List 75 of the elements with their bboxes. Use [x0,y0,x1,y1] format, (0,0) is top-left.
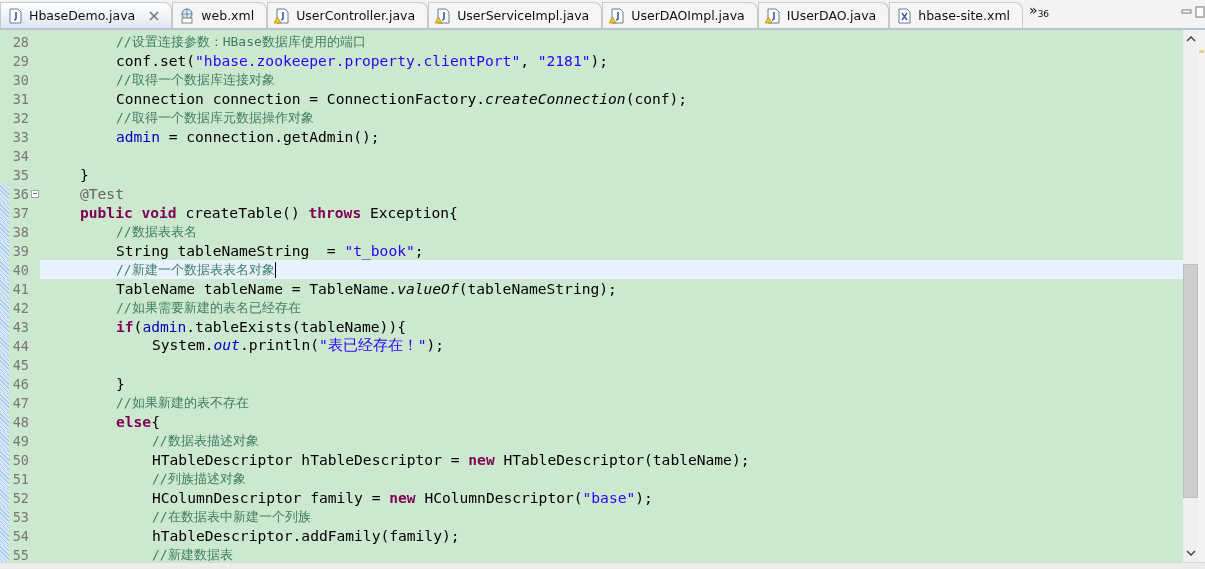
line-number: 28 [11,33,29,50]
line-number: 51 [11,470,29,487]
code-line: admin = connection.getAdmin(); [116,128,380,145]
line-number: 42 [11,299,29,316]
line-number: 37 [11,204,29,221]
vertical-scrollbar[interactable] [1183,30,1198,562]
line-number: 29 [11,52,29,69]
code-line: //取得一个数据库连接对象 [116,70,275,89]
scroll-down-icon[interactable] [1185,550,1196,556]
line-number: 43 [11,318,29,335]
line-number: 32 [11,109,29,126]
line-number: 44 [11,337,29,354]
code-line: //列族描述对象 [152,469,246,488]
line-number: 30 [11,71,29,88]
line-number: 47 [11,394,29,411]
code-line: String tableNameString = "t_book"; [116,242,424,259]
code-line: HColumnDescriptor family = new HColumnDescriptor("base"); [152,489,653,506]
line-number: 53 [11,508,29,525]
editor-tab[interactable]: UserServiceImpl.java [428,2,603,28]
line-number: 54 [11,527,29,544]
line-number: 45 [11,356,29,373]
code-line: else{ [116,413,160,430]
code-line: //如果新建的表不存在 [116,393,249,412]
code-line: Connection connection = ConnectionFactory.createConnection(conf); [116,90,688,107]
line-number: 35 [11,166,29,183]
editor-tab[interactable]: UserController.java [267,2,429,28]
code-line: } [116,375,125,392]
minimize-maximize-icon[interactable] [1181,6,1205,18]
fold-icon[interactable] [31,189,39,198]
code-line: hTableDescriptor.addFamily(family); [152,527,460,544]
warning-marker[interactable] [1199,50,1204,53]
code-line: //取得一个数据库元数据操作对象 [116,108,314,127]
scroll-up-icon[interactable] [1185,36,1196,42]
code-line: @Test [80,185,124,202]
line-number: 46 [11,375,29,392]
line-number: 48 [11,413,29,430]
editor-tab[interactable]: hbase-site.xml [889,2,1024,28]
line-number: 50 [11,451,29,468]
code-line: //数据表表名 [116,222,197,241]
code-line: public void createTable() throws Exception{ [80,204,458,221]
line-number: 39 [11,242,29,259]
code-line: } [80,166,89,183]
line-number: 49 [11,432,29,449]
editor-tab[interactable]: UserDAOImpl.java [602,2,758,28]
horizontal-scrollbar[interactable] [0,562,1205,569]
scroll-thumb[interactable] [1183,264,1198,498]
code-line: //如果需要新建的表名已经存在 [116,298,301,317]
code-line: //设置连接参数：HBase数据库使用的端口 [116,32,366,51]
code-line: conf.set("hbase.zookeeper.property.clientPort", "2181"); [116,52,609,69]
code-line: //在数据表中新建一个列族 [152,507,311,526]
editor-tab[interactable]: web.xml [172,2,268,28]
line-number: 33 [11,128,29,145]
code-line: HTableDescriptor hTableDescriptor = new HTableDescriptor(tableName); [152,451,750,468]
editor-tab[interactable]: IUserDAO.java [757,2,890,28]
code-line: //新建一个数据表表名对象 [116,260,275,279]
web-file-icon [179,7,196,24]
line-number: 40 [11,261,29,278]
line-number: 31 [11,90,29,107]
editor-tab[interactable]: HbaseDemo.java [0,2,173,28]
code-line: if(admin.tableExists(tableName)){ [116,318,406,335]
code-line: //数据表描述对象 [152,431,259,450]
line-number: 55 [11,546,29,562]
line-number: 52 [11,489,29,506]
line-number: 38 [11,223,29,240]
line-number: 36 [11,185,29,202]
close-icon[interactable] [149,10,160,21]
java-file-icon [7,7,23,24]
tab-overflow-button[interactable]: »$_{36}$ [1023,2,1060,28]
line-number: 34 [11,147,29,164]
line-number: 41 [11,280,29,297]
xml-file-icon [896,7,913,24]
code-line: //新建数据表 [152,545,233,562]
text-cursor [274,261,276,278]
code-line: TableName tableName = TableName.valueOf(tableNameString); [116,280,617,297]
code-line: System.out.println("表已经存在！"); [152,336,445,355]
